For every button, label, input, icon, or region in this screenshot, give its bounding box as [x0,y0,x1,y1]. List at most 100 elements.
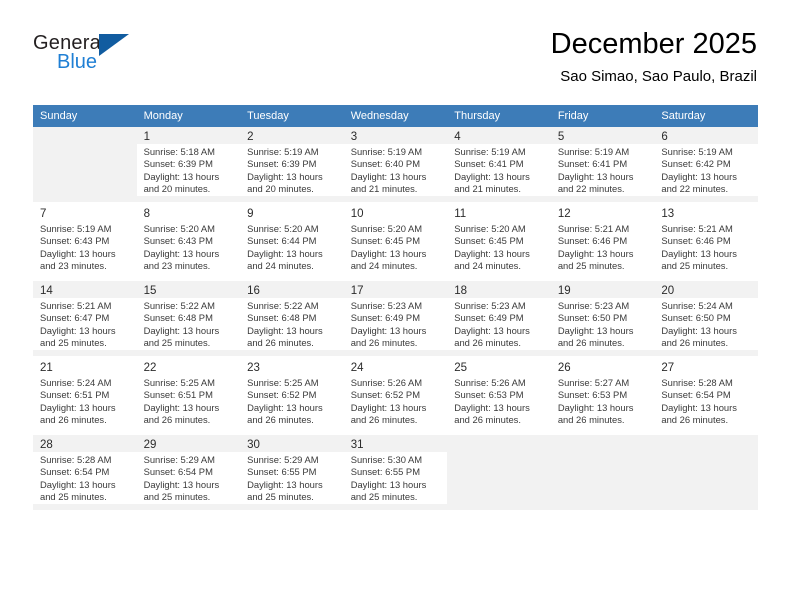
calendar-day-cell[interactable]: 12 Sunrise: 5:21 AM Sunset: 6:46 PM Dayligh… [550,204,655,279]
day-cell-inner: 23 Sunrise: 5:25 AM Sunset: 6:52 PM Dayligh… [240,358,344,433]
calendar-day-cell[interactable]: 5 Sunrise: 5:19 AM Sunset: 6:41 PM Daylight… [550,127,655,202]
sunset-time: Sunset: 6:51 PM [143,389,213,401]
logo-triangle-icon [99,34,129,56]
day-number [551,435,655,439]
sunset-time: Sunset: 6:55 PM [350,466,420,478]
sunset-time: Sunset: 6:47 PM [40,312,110,324]
sunrise-time: Sunrise: 5:25 AM [143,377,215,388]
calendar-day-cell[interactable]: 25 Sunrise: 5:26 AM Sunset: 6:53 PM Dayligh… [447,358,551,433]
day-number: 14 [40,285,53,297]
day-number: 20 [661,285,675,297]
daylight-duration-line1: Daylight: 13 hours [557,401,634,413]
day-cell-inner: 1 Sunrise: 5:18 AM Sunset: 6:39 PM Daylight… [136,127,241,202]
day-cell-inner: 7 Sunrise: 5:19 AM Sunset: 6:43 PM Daylight… [33,204,137,279]
page-header: General Blue December 2025 Sao Simao, Sa… [33,26,757,96]
sunset-time: Sunset: 6:43 PM [143,235,213,247]
day-number [447,435,551,439]
day-number [654,435,758,439]
calendar-day-cell[interactable]: 23 Sunrise: 5:25 AM Sunset: 6:52 PM Dayligh… [240,358,344,433]
day-cell-inner: 22 Sunrise: 5:25 AM Sunset: 6:51 PM Dayligh… [136,358,241,433]
calendar-day-cell[interactable]: 17 Sunrise: 5:23 AM Sunset: 6:49 PM Dayligh… [343,281,448,356]
sunset-time: Sunset: 6:52 PM [247,389,317,401]
calendar-day-cell[interactable]: 29 Sunrise: 5:29 AM Sunset: 6:54 PM Dayligh… [136,435,241,510]
calendar-week-row: 21 Sunrise: 5:24 AM Sunset: 6:51 PM Dayligh… [33,358,758,433]
day-cell-inner [550,435,655,510]
sunset-time: Sunset: 6:46 PM [661,235,731,247]
daylight-duration-line1: Daylight: 13 hours [350,324,427,336]
day-cell-inner: 8 Sunrise: 5:20 AM Sunset: 6:43 PM Daylight… [136,204,241,279]
day-cell-inner: 17 Sunrise: 5:23 AM Sunset: 6:49 PM Dayligh… [343,281,448,356]
calendar-day-cell[interactable]: 3 Sunrise: 5:19 AM Sunset: 6:40 PM Daylight… [343,127,448,202]
calendar-day-cell[interactable]: 14 Sunrise: 5:21 AM Sunset: 6:47 PM Dayligh… [33,281,137,356]
daylight-duration-line1: Daylight: 13 hours [143,401,220,413]
day-cell-inner: 25 Sunrise: 5:26 AM Sunset: 6:53 PM Dayligh… [447,358,551,433]
day-number: 25 [454,362,468,374]
sunrise-time: Sunrise: 5:19 AM [247,146,319,157]
daylight-duration-line2: and 25 minutes. [557,260,625,272]
sunset-time: Sunset: 6:41 PM [454,158,524,170]
daylight-duration-line2: and 26 minutes. [454,414,521,426]
calendar-day-cell[interactable]: 16 Sunrise: 5:22 AM Sunset: 6:48 PM Dayligh… [240,281,344,356]
sunset-time: Sunset: 6:48 PM [143,312,213,324]
sunrise-time: Sunrise: 5:29 AM [143,454,215,465]
calendar-day-cell[interactable]: 21 Sunrise: 5:24 AM Sunset: 6:51 PM Dayligh… [33,358,137,433]
calendar-day-cell[interactable]: 4 Sunrise: 5:19 AM Sunset: 6:41 PM Daylight… [447,127,551,202]
sunrise-time: Sunrise: 5:22 AM [247,300,319,311]
calendar-day-cell[interactable]: 24 Sunrise: 5:26 AM Sunset: 6:52 PM Dayligh… [343,358,448,433]
calendar-day-cell[interactable]: 2 Sunrise: 5:19 AM Sunset: 6:39 PM Daylight… [240,127,344,202]
sunrise-time: Sunrise: 5:21 AM [40,300,112,311]
weekday-header-thursday: Thursday [447,105,551,127]
day-details: Sunrise: 5:20 AM Sunset: 6:43 PM Daylight:… [136,221,241,273]
day-number: 28 [40,439,53,451]
sunrise-time: Sunrise: 5:21 AM [661,223,733,234]
calendar-day-cell[interactable]: 20 Sunrise: 5:24 AM Sunset: 6:50 PM Dayligh… [654,281,758,356]
calendar-day-cell[interactable]: 1 Sunrise: 5:18 AM Sunset: 6:39 PM Daylight… [136,127,241,202]
weekday-header-sunday: Sunday [33,105,137,127]
day-cell-inner: 29 Sunrise: 5:29 AM Sunset: 6:54 PM Dayligh… [136,435,241,510]
day-number: 18 [454,285,468,297]
calendar-day-cell[interactable]: 26 Sunrise: 5:27 AM Sunset: 6:53 PM Dayligh… [550,358,655,433]
calendar-day-cell[interactable]: 28 Sunrise: 5:28 AM Sunset: 6:54 PM Dayligh… [33,435,137,510]
calendar-day-cell[interactable]: 7 Sunrise: 5:19 AM Sunset: 6:43 PM Daylight… [33,204,137,279]
calendar-page: General Blue December 2025 Sao Simao, Sa… [0,0,792,612]
day-number: 15 [143,285,157,297]
day-details: Sunrise: 5:21 AM Sunset: 6:46 PM Daylight:… [550,221,655,273]
calendar-day-cell[interactable]: 10 Sunrise: 5:20 AM Sunset: 6:45 PM Dayligh… [343,204,448,279]
day-number [33,127,137,131]
calendar-day-cell[interactable]: 31 Sunrise: 5:30 AM Sunset: 6:55 PM Dayligh… [343,435,448,510]
general-blue-logo[interactable]: General Blue [33,32,153,82]
calendar-body: 1 Sunrise: 5:18 AM Sunset: 6:39 PM Daylight… [33,127,758,510]
calendar-day-cell[interactable]: 13 Sunrise: 5:21 AM Sunset: 6:46 PM Dayligh… [654,204,758,279]
sunrise-time: Sunrise: 5:23 AM [454,300,526,311]
daylight-duration-line2: and 26 minutes. [350,414,418,426]
daylight-duration-line2: and 22 minutes. [661,183,729,195]
calendar-day-cell[interactable]: 22 Sunrise: 5:25 AM Sunset: 6:51 PM Dayligh… [136,358,241,433]
calendar-day-cell[interactable]: 9 Sunrise: 5:20 AM Sunset: 6:44 PM Daylight… [240,204,344,279]
day-details: Sunrise: 5:22 AM Sunset: 6:48 PM Daylight:… [136,298,241,350]
day-cell-inner: 18 Sunrise: 5:23 AM Sunset: 6:49 PM Dayligh… [447,281,551,356]
day-cell-inner: 30 Sunrise: 5:29 AM Sunset: 6:55 PM Dayligh… [240,435,344,510]
daylight-duration-line1: Daylight: 13 hours [454,401,530,413]
calendar-day-cell[interactable]: 18 Sunrise: 5:23 AM Sunset: 6:49 PM Dayligh… [447,281,551,356]
day-number: 27 [661,362,675,374]
daylight-duration-line2: and 20 minutes. [247,183,314,195]
weekday-header-row: Sunday Monday Tuesday Wednesday Thursday… [33,105,758,127]
day-details: Sunrise: 5:19 AM Sunset: 6:42 PM Daylight:… [654,144,758,196]
daylight-duration-line2: and 23 minutes. [143,260,211,272]
day-cell-inner: 9 Sunrise: 5:20 AM Sunset: 6:44 PM Daylight… [240,204,344,279]
logo-text-blue: Blue [57,51,98,73]
daylight-duration-line1: Daylight: 13 hours [143,170,220,182]
calendar-day-cell[interactable]: 15 Sunrise: 5:22 AM Sunset: 6:48 PM Dayligh… [136,281,241,356]
day-cell-inner [447,435,551,510]
day-cell-inner: 27 Sunrise: 5:28 AM Sunset: 6:54 PM Dayligh… [654,358,758,433]
calendar-day-cell[interactable]: 6 Sunrise: 5:19 AM Sunset: 6:42 PM Daylight… [654,127,758,202]
calendar-day-cell[interactable]: 30 Sunrise: 5:29 AM Sunset: 6:55 PM Dayligh… [240,435,344,510]
daylight-duration-line1: Daylight: 13 hours [661,247,737,259]
calendar-day-cell[interactable]: 19 Sunrise: 5:23 AM Sunset: 6:50 PM Dayligh… [550,281,655,356]
daylight-duration-line2: and 24 minutes. [247,260,314,272]
sunrise-time: Sunrise: 5:28 AM [40,454,112,465]
day-number: 29 [143,439,157,451]
calendar-day-cell[interactable]: 11 Sunrise: 5:20 AM Sunset: 6:45 PM Dayligh… [447,204,551,279]
calendar-day-cell[interactable]: 8 Sunrise: 5:20 AM Sunset: 6:43 PM Daylight… [136,204,241,279]
calendar-day-cell[interactable]: 27 Sunrise: 5:28 AM Sunset: 6:54 PM Dayligh… [654,358,758,433]
